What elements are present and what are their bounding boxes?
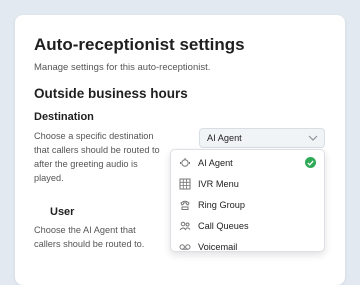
section-title: Outside business hours — [34, 86, 188, 101]
voicemail-icon — [179, 241, 191, 253]
chevron-down-icon — [308, 133, 318, 143]
check-icon — [305, 157, 316, 168]
ivr-menu-icon — [179, 178, 191, 190]
menu-item-label: Voicemail — [198, 241, 238, 252]
menu-item-call-queues[interactable]: Call Queues — [171, 215, 324, 236]
menu-item-label: AI Agent — [198, 157, 233, 168]
menu-item-voicemail[interactable]: Voicemail — [171, 236, 324, 257]
menu-item-ring-group[interactable]: Ring Group — [171, 194, 324, 215]
menu-item-ivr-menu[interactable]: IVR Menu — [171, 173, 324, 194]
destination-select-value: AI Agent — [207, 133, 242, 143]
destination-description: Choose a specific destination that calle… — [34, 131, 160, 183]
user-description: Choose the AI Agent that callers should … — [34, 225, 145, 249]
menu-item-ai-agent[interactable]: AI Agent — [171, 152, 324, 173]
page-title: Auto-receptionist settings — [34, 35, 245, 54]
call-queues-icon — [179, 220, 191, 232]
destination-dropdown-menu: AI Agent IVR Menu Ring Group Call Queues… — [170, 149, 325, 252]
destination-select[interactable]: AI Agent — [199, 128, 325, 148]
menu-item-label: IVR Menu — [198, 178, 239, 189]
ai-agent-icon — [179, 157, 191, 169]
user-label: User — [50, 206, 75, 218]
menu-item-label: Ring Group — [198, 199, 245, 210]
ring-group-icon — [179, 199, 191, 211]
menu-item-label: Call Queues — [198, 220, 249, 231]
destination-label: Destination — [34, 111, 94, 123]
page-subtitle: Manage settings for this auto-receptioni… — [34, 62, 211, 73]
